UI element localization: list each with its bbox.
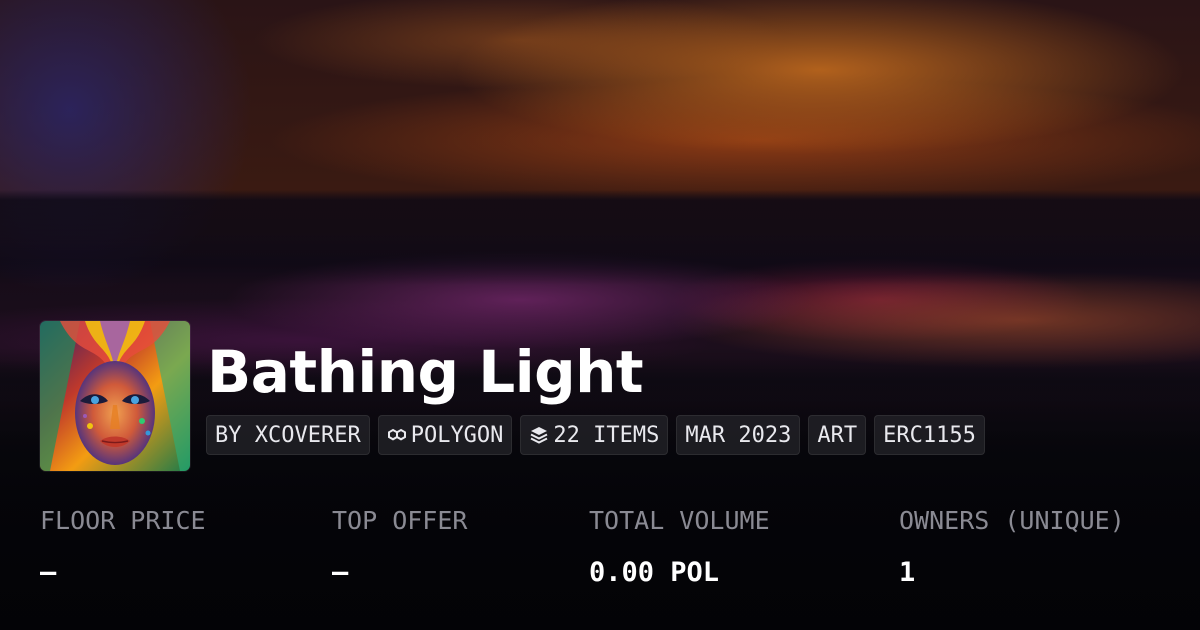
tag-creator[interactable]: BY XCOVERER [206,415,370,455]
stat-total-volume: TOTAL VOLUME 0.00 POL [589,504,770,590]
stat-owners-label: OWNERS (UNIQUE) [899,506,1125,535]
tag-chain-label: POLYGON [410,422,504,448]
stat-top-offer-label: TOP OFFER [332,506,468,535]
tag-items[interactable]: 22 ITEMS [520,415,669,455]
tag-creator-label: BY XCOVERER [215,422,361,448]
stat-owners: OWNERS (UNIQUE) 1 [899,504,1125,590]
stat-total-volume-value: 0.00 POL [589,557,720,588]
tag-standard-label: ERC1155 [883,422,976,448]
stat-floor-price-label: FLOOR PRICE [40,506,206,535]
tag-chain[interactable]: POLYGON [377,415,513,455]
stat-floor-price: FLOOR PRICE – [40,504,206,590]
collection-tags: BY XCOVERER POLYGON 22 ITEMS MAR 2023 AR… [206,415,985,455]
layers-icon [529,425,549,445]
tag-standard[interactable]: ERC1155 [874,415,985,455]
stat-top-offer: TOP OFFER – [332,504,467,590]
collection-title: Bathing Light [207,338,644,406]
collection-avatar[interactable] [40,321,190,471]
stat-top-offer-value: – [332,557,349,588]
stat-floor-price-value: – [40,557,57,588]
tag-category-label: ART [817,422,858,448]
stat-total-volume-label: TOTAL VOLUME [589,506,770,535]
tag-items-label: 22 ITEMS [553,422,660,448]
tag-date-label: MAR 2023 [685,422,792,448]
avatar-artwork [40,321,190,471]
stat-owners-value: 1 [899,557,916,588]
collection-stats: FLOOR PRICE – TOP OFFER – TOTAL VOLUME 0… [40,504,1180,604]
tag-category[interactable]: ART [808,415,867,455]
polygon-icon [387,425,407,445]
tag-date[interactable]: MAR 2023 [676,415,801,455]
